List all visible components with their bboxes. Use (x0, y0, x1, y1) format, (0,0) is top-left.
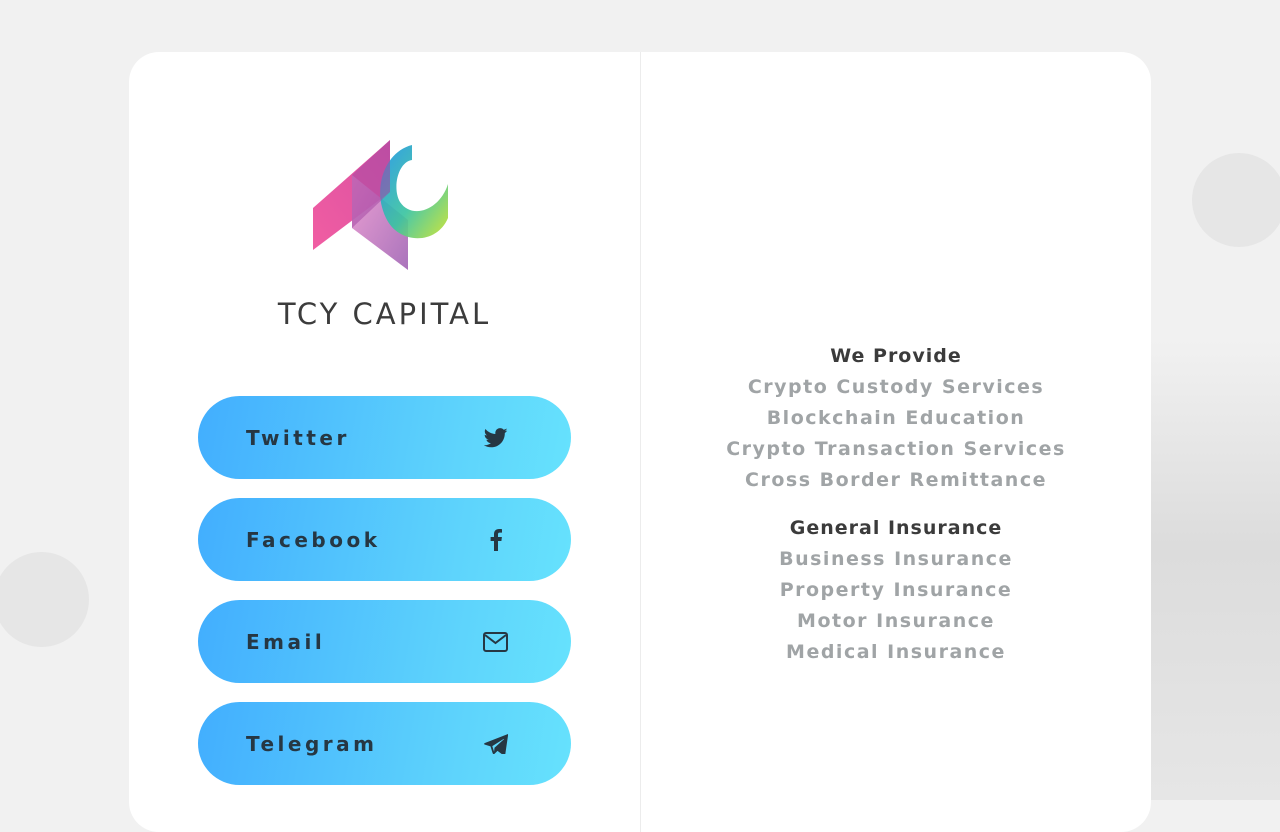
service-item: Crypto Custody Services (747, 376, 1045, 398)
envelope-icon (483, 629, 508, 654)
insurance-item: Property Insurance (779, 579, 1013, 601)
paper-plane-icon (483, 731, 508, 756)
insurance-item: Medical Insurance (786, 641, 1006, 663)
twitter-button-label: Twitter (246, 425, 350, 450)
twitter-icon (483, 425, 508, 450)
brand-name: TCY CAPITAL (277, 297, 492, 331)
facebook-button-label: Facebook (246, 527, 381, 552)
email-button[interactable]: Email (198, 600, 571, 683)
telegram-button-label: Telegram (246, 731, 378, 756)
insurance-item: Business Insurance (779, 548, 1013, 570)
service-item: Blockchain Education (766, 407, 1026, 429)
profile-card: TCY CAPITAL Twitter Facebook Email Teleg… (129, 52, 1151, 832)
service-item: Cross Border Remittance (745, 469, 1047, 491)
facebook-button[interactable]: Facebook (198, 498, 571, 581)
insurance-item: Motor Insurance (797, 610, 995, 632)
telegram-button[interactable]: Telegram (198, 702, 571, 785)
decorative-circle (1192, 153, 1280, 247)
we-provide-heading: We Provide (830, 345, 962, 367)
general-insurance-heading: General Insurance (789, 517, 1003, 539)
decorative-circle (0, 552, 89, 647)
facebook-icon (483, 527, 508, 552)
email-button-label: Email (246, 629, 326, 654)
services-section: We Provide Crypto Custody Services Block… (641, 341, 1151, 668)
twitter-button[interactable]: Twitter (198, 396, 571, 479)
tcy-capital-logo (313, 140, 448, 270)
service-item: Crypto Transaction Services (726, 438, 1066, 460)
